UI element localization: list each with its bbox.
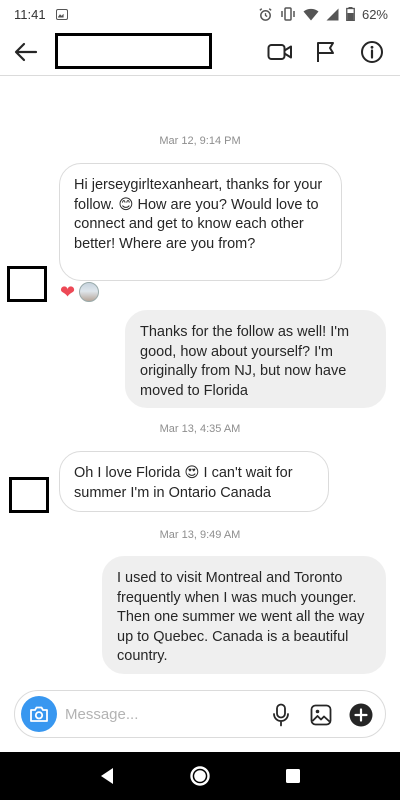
- back-triangle-icon: [100, 768, 113, 784]
- system-home-button[interactable]: [180, 756, 220, 796]
- message-composer: [14, 690, 386, 738]
- header-actions: [258, 32, 394, 72]
- outgoing-message-bubble[interactable]: Thanks for the follow as well! I'm good,…: [125, 310, 386, 408]
- microphone-icon: [273, 703, 289, 727]
- system-recents-button[interactable]: [273, 756, 313, 796]
- back-button[interactable]: [4, 30, 48, 74]
- gallery-icon: [55, 8, 68, 20]
- message-thread[interactable]: Mar 12, 9:14 PM Hi jerseygirltexanheart,…: [0, 77, 400, 687]
- status-icons: 62%: [258, 7, 388, 22]
- reactor-avatar: [79, 282, 100, 302]
- plus-icon: [349, 703, 373, 727]
- battery-percentage: 62%: [361, 6, 388, 22]
- wifi-icon: [303, 8, 319, 20]
- composer-actions: [265, 699, 377, 731]
- status-time: 11:41: [14, 6, 46, 22]
- message-timestamp: Mar 13, 4:35 AM: [159, 423, 241, 435]
- alarm-icon: [259, 7, 272, 21]
- camera-icon: [30, 706, 48, 722]
- outgoing-message-bubble[interactable]: I used to visit Montreal and Toronto fre…: [102, 556, 386, 674]
- more-options-button[interactable]: [345, 699, 377, 731]
- flag-icon: [317, 42, 334, 62]
- signal-icon: [326, 8, 339, 20]
- video-call-icon: [267, 44, 292, 60]
- message-reactions[interactable]: ❤: [60, 282, 100, 302]
- back-arrow-icon: [14, 42, 38, 61]
- message-timestamp: Mar 12, 9:14 PM: [159, 135, 241, 147]
- report-flag-button[interactable]: [304, 32, 348, 72]
- image-icon: [310, 704, 332, 726]
- system-back-button[interactable]: [87, 756, 127, 796]
- redacted-username[interactable]: [55, 33, 212, 69]
- message-timestamp: Mar 13, 9:49 AM: [159, 529, 241, 541]
- heart-reaction-icon: ❤: [60, 282, 76, 302]
- status-bar: 11:41 62%: [0, 0, 400, 28]
- info-icon: [361, 41, 383, 63]
- conversation-header: [0, 28, 400, 76]
- system-navigation-bar: [0, 752, 400, 800]
- incoming-message-bubble[interactable]: Hi jerseygirltexanheart, thanks for your…: [59, 163, 342, 281]
- recents-square-icon: [286, 769, 301, 783]
- sender-avatar[interactable]: [9, 477, 49, 513]
- gallery-button[interactable]: [305, 699, 337, 731]
- battery-icon: [346, 7, 355, 21]
- message-input[interactable]: [65, 699, 255, 729]
- vibrate-icon: [281, 7, 295, 21]
- sender-avatar[interactable]: [7, 266, 47, 302]
- home-circle-icon: [190, 766, 210, 786]
- incoming-message-bubble[interactable]: Oh I love Florida 😍 I can't wait for sum…: [59, 451, 329, 512]
- voice-message-button[interactable]: [265, 699, 297, 731]
- camera-button[interactable]: [21, 696, 57, 732]
- info-button[interactable]: [350, 32, 394, 72]
- video-call-button[interactable]: [258, 32, 302, 72]
